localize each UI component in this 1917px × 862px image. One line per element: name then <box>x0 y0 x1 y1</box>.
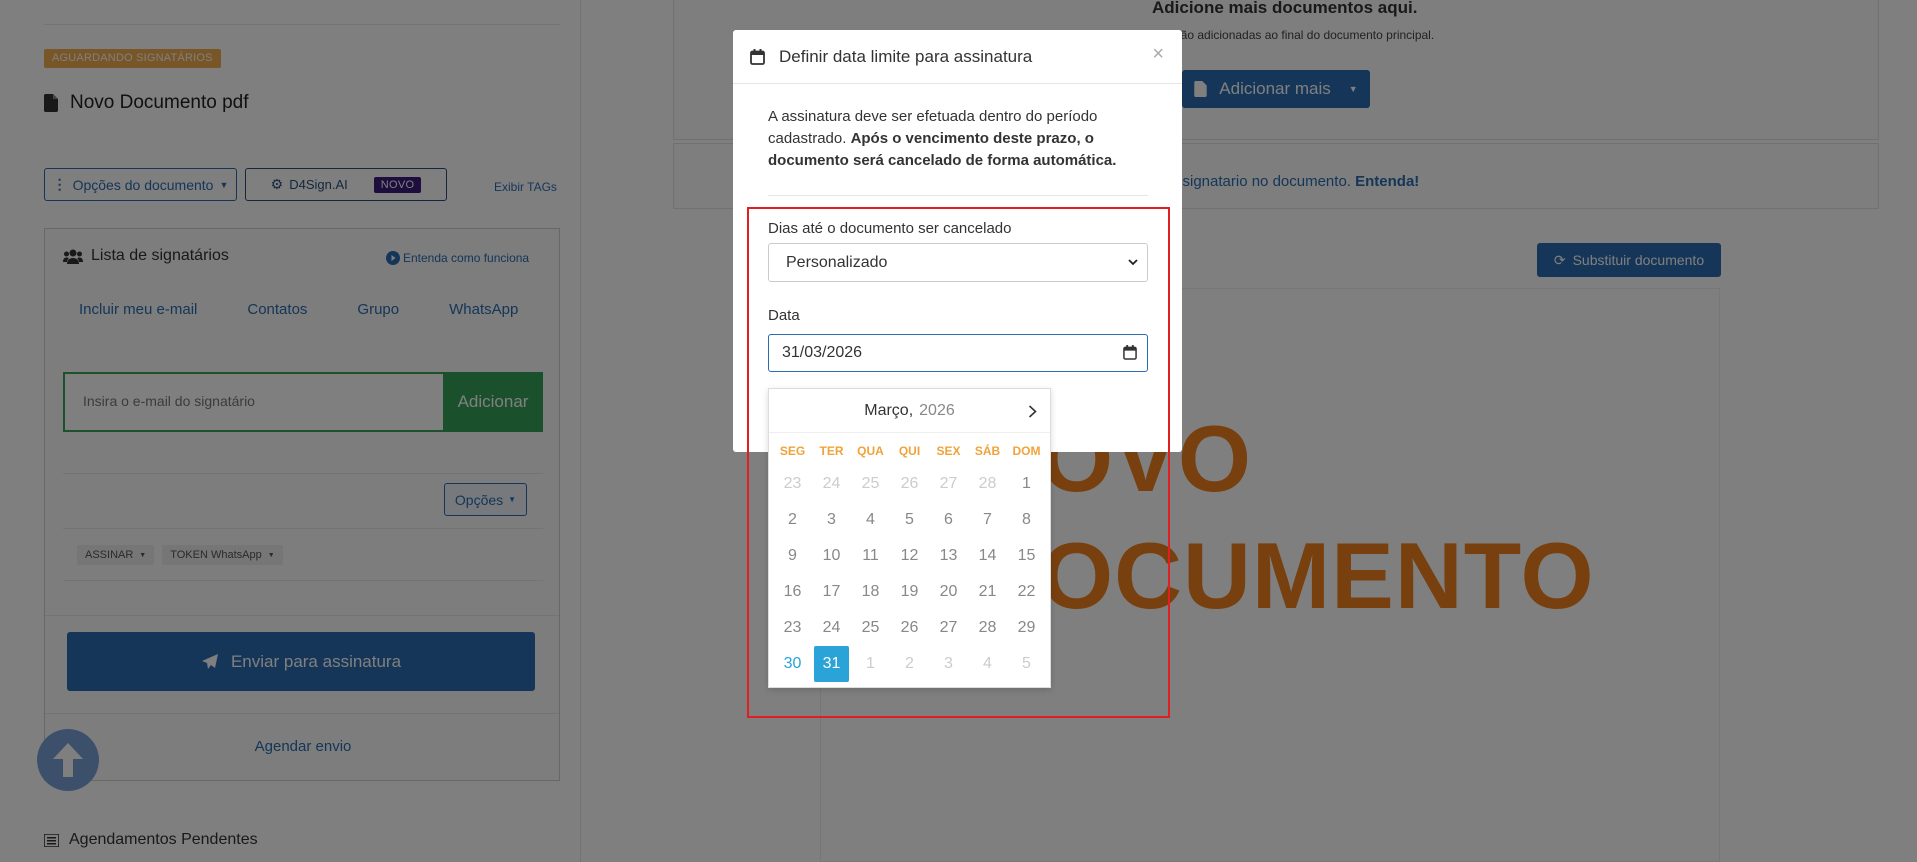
modal-title: Definir data limite para assinatura <box>779 46 1033 66</box>
close-icon[interactable]: × <box>1152 43 1164 66</box>
highlight-box <box>747 207 1170 718</box>
calendar-icon <box>750 48 765 65</box>
modal-header: Definir data limite para assinatura <box>733 30 1182 84</box>
modal-description: A assinatura deve ser efetuada dentro do… <box>768 106 1148 172</box>
